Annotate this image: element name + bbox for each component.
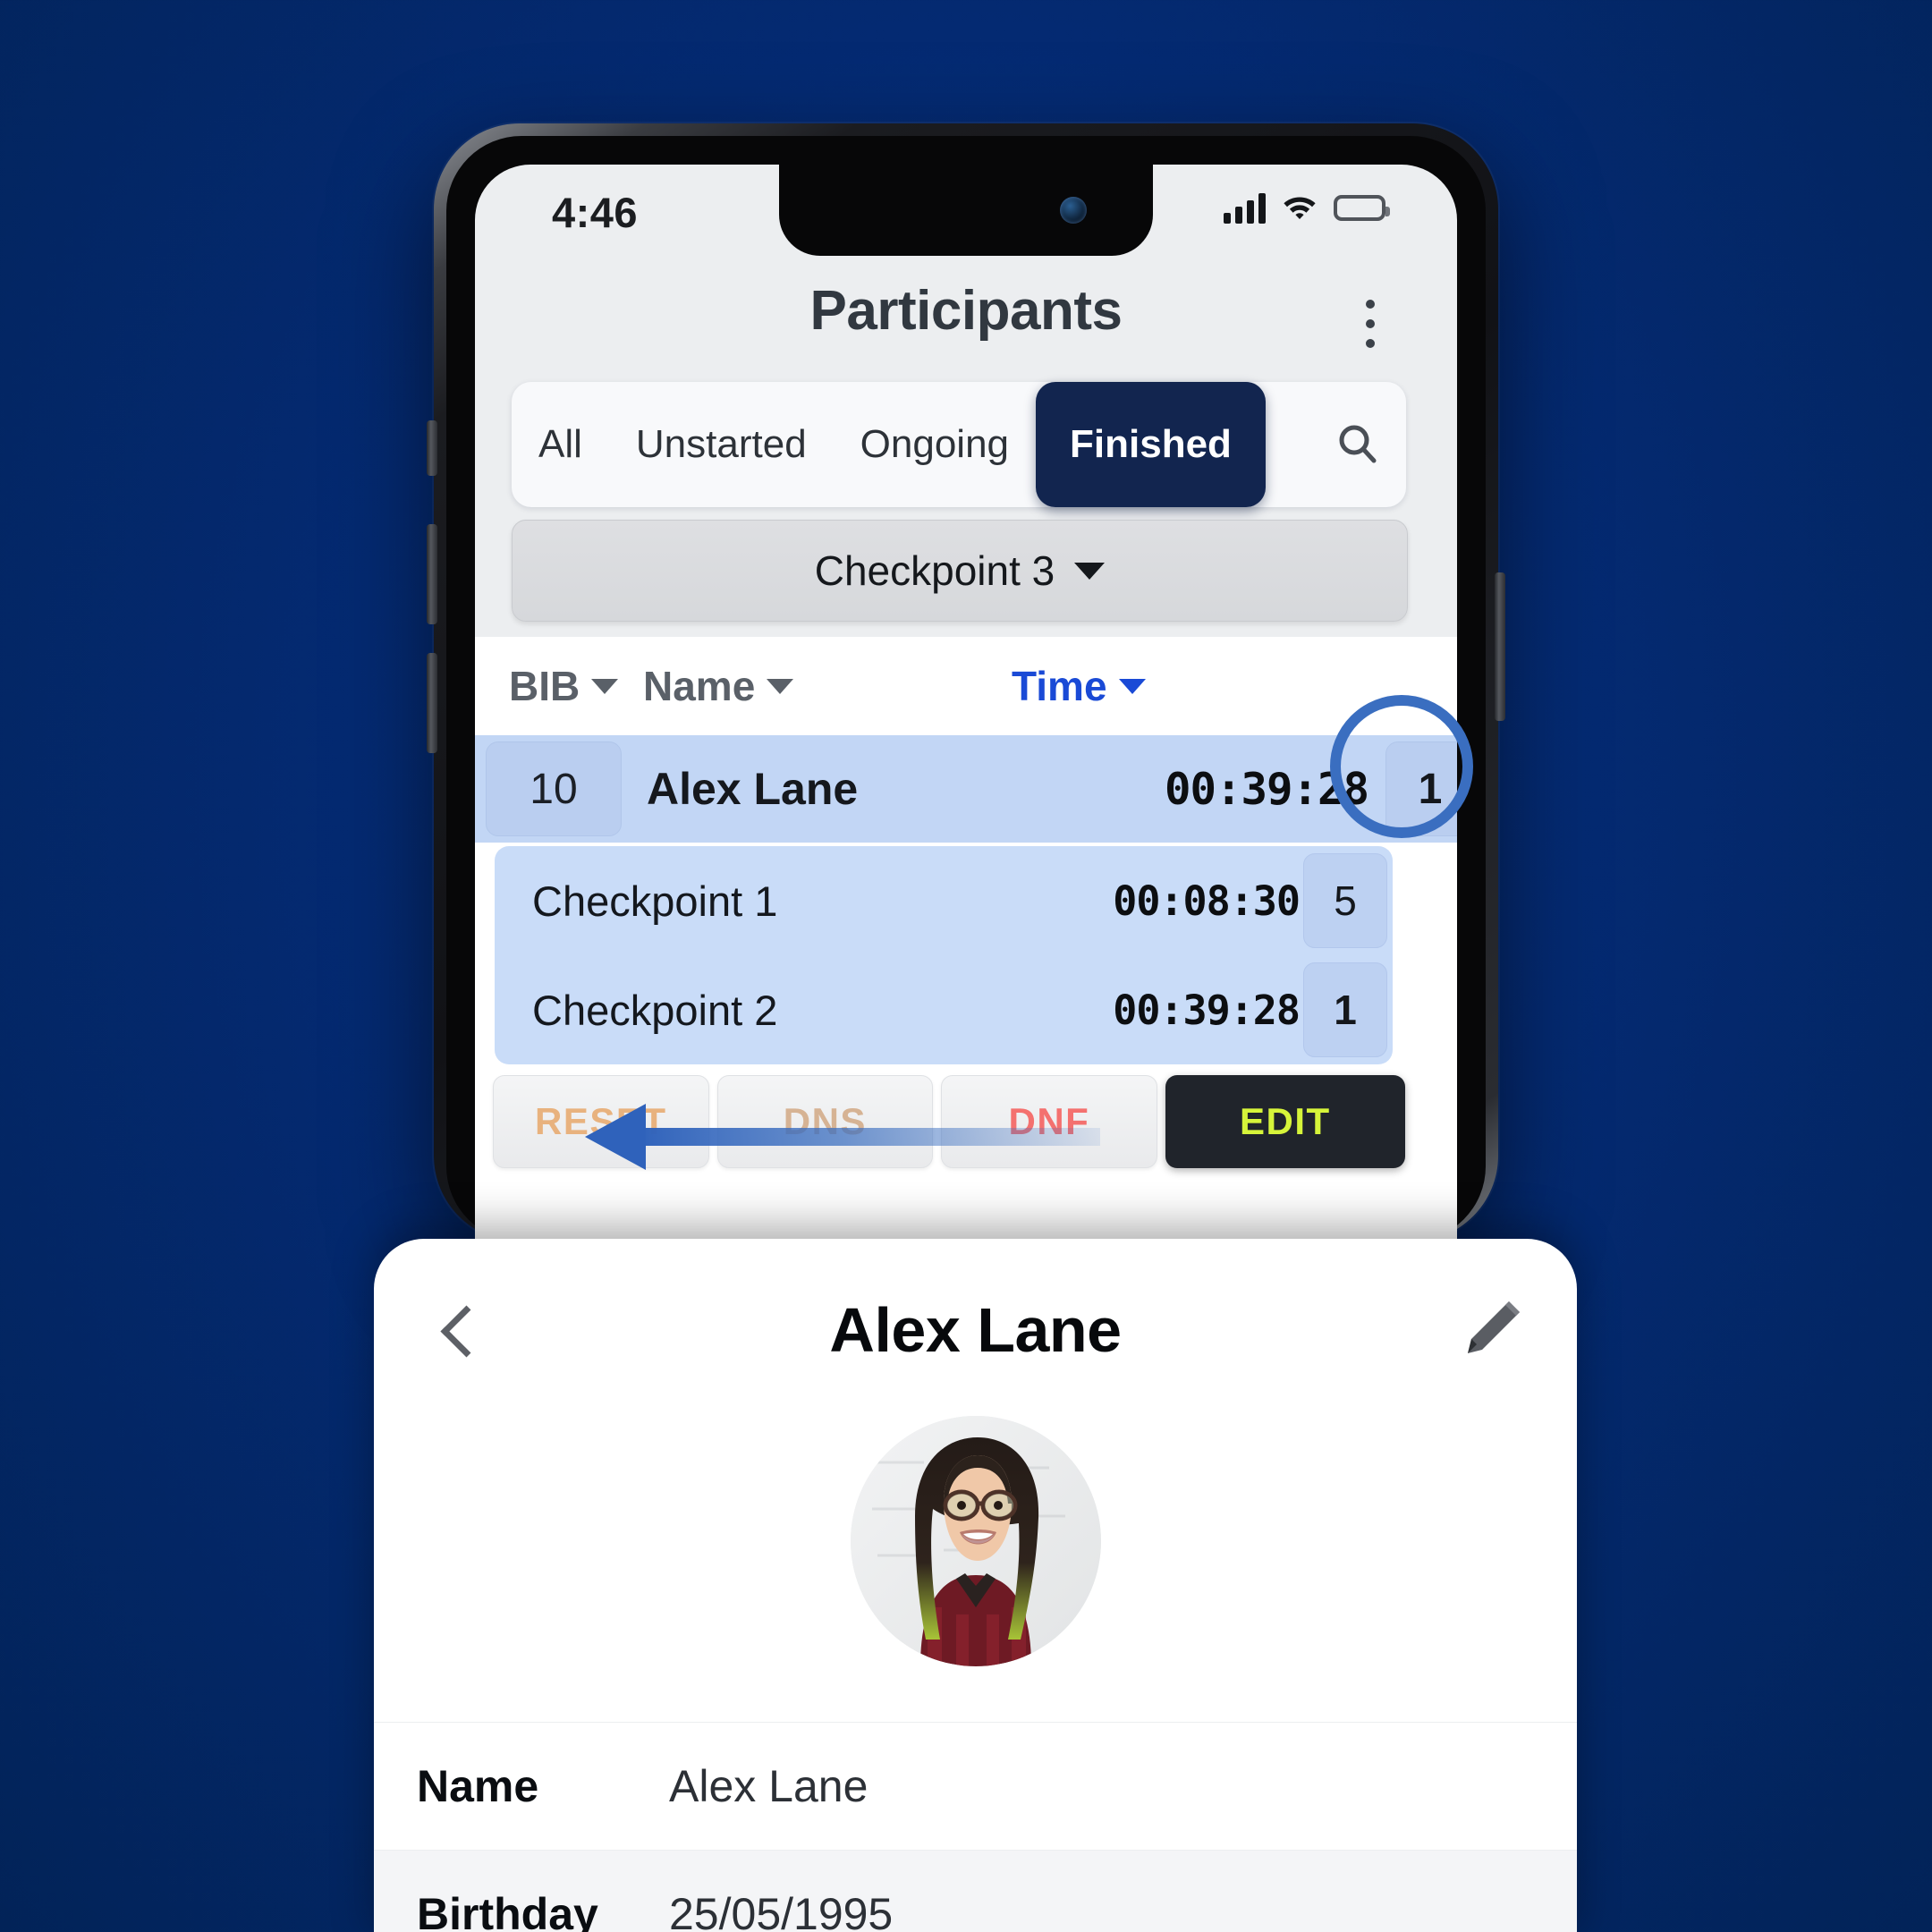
checkpoint-name: Checkpoint 2	[532, 986, 778, 1034]
chevron-down-icon	[591, 678, 619, 694]
highlight-circle-annotation	[1330, 695, 1473, 838]
detail-info-rows: Name Alex Lane Birthday 25/05/1995	[374, 1722, 1577, 1932]
overflow-menu-icon[interactable]	[1348, 295, 1393, 352]
participant-bib-badge: 10	[486, 741, 622, 836]
info-label: Birthday	[417, 1889, 598, 1932]
detail-sheet-title: Alex Lane	[829, 1295, 1122, 1365]
tab-ongoing[interactable]: Ongoing	[834, 388, 1036, 501]
status-bar: 4:46	[475, 165, 1457, 270]
checkpoint-split-list: Checkpoint 1 00:08:30 5 Checkpoint 2 00:…	[495, 846, 1393, 1064]
chevron-down-icon	[1118, 678, 1146, 694]
participant-time: 00:39:28	[1164, 763, 1369, 815]
checkpoint-time: 00:08:30	[1113, 877, 1301, 925]
phone-notch	[779, 165, 1153, 256]
chevron-down-icon	[767, 678, 794, 694]
phone-screen: 4:46 Participants All Unstarted Ongoing …	[475, 165, 1457, 1241]
info-value: 25/05/1995	[669, 1889, 894, 1932]
app-header: Participants	[475, 270, 1457, 377]
checkpoint-dropdown-label: Checkpoint 3	[814, 547, 1055, 594]
cellular-signal-icon	[1224, 192, 1266, 224]
tab-finished[interactable]: Finished	[1036, 382, 1266, 507]
checkpoint-time: 00:39:28	[1113, 986, 1301, 1034]
column-header-bib[interactable]: BIB	[509, 662, 619, 710]
table-row[interactable]: 10 Alex Lane 00:39:28 1	[475, 735, 1457, 843]
status-bar-time: 4:46	[552, 189, 639, 236]
wifi-icon	[1281, 191, 1318, 225]
phone-volume-up-button[interactable]	[427, 524, 437, 624]
detail-sheet-header: Alex Lane	[374, 1239, 1577, 1418]
filter-tab-bar: All Unstarted Ongoing Finished	[512, 382, 1406, 507]
info-row-name: Name Alex Lane	[374, 1722, 1577, 1850]
column-header-name[interactable]: Name	[643, 662, 794, 710]
column-header-name-label: Name	[643, 663, 756, 709]
tab-all[interactable]: All	[512, 388, 609, 501]
front-camera-icon	[1060, 197, 1087, 224]
page-title: Participants	[809, 280, 1123, 342]
list-item[interactable]: Checkpoint 2 00:39:28 1	[495, 955, 1393, 1064]
info-label: Name	[417, 1761, 539, 1811]
checkpoint-rank-badge: 1	[1303, 962, 1387, 1057]
status-bar-icons	[1224, 191, 1390, 225]
info-row-birthday: Birthday 25/05/1995	[374, 1850, 1577, 1932]
edit-button[interactable]: EDIT	[1165, 1075, 1405, 1168]
info-value: Alex Lane	[669, 1761, 869, 1811]
search-icon[interactable]	[1309, 382, 1406, 507]
left-arrow-annotation	[585, 1104, 1100, 1170]
column-header-time[interactable]: Time	[1012, 662, 1146, 710]
tab-unstarted[interactable]: Unstarted	[609, 388, 834, 501]
checkpoint-dropdown[interactable]: Checkpoint 3	[512, 520, 1408, 622]
list-item[interactable]: Checkpoint 1 00:08:30 5	[495, 846, 1393, 955]
phone-bezel: 4:46 Participants All Unstarted Ongoing …	[446, 136, 1486, 1241]
pencil-icon[interactable]	[1455, 1296, 1525, 1366]
avatar	[850, 1416, 1101, 1666]
battery-icon	[1334, 195, 1390, 221]
phone-volume-down-button[interactable]	[427, 653, 437, 753]
checkpoint-rank-badge: 5	[1303, 853, 1387, 948]
phone-frame: 4:46 Participants All Unstarted Ongoing …	[434, 123, 1498, 1241]
participant-name: Alex Lane	[647, 764, 859, 814]
chevron-down-icon	[1074, 562, 1106, 580]
column-header-bib-label: BIB	[509, 663, 580, 709]
checkpoint-name: Checkpoint 1	[532, 877, 778, 925]
column-header-time-label: Time	[1012, 663, 1107, 709]
phone-power-button[interactable]	[1495, 572, 1505, 721]
column-headers: BIB Name Time	[475, 637, 1457, 735]
phone-silent-switch[interactable]	[427, 420, 437, 476]
participant-detail-sheet: Alex Lane Name Alex Lane Birthday 25/05/…	[374, 1239, 1577, 1932]
